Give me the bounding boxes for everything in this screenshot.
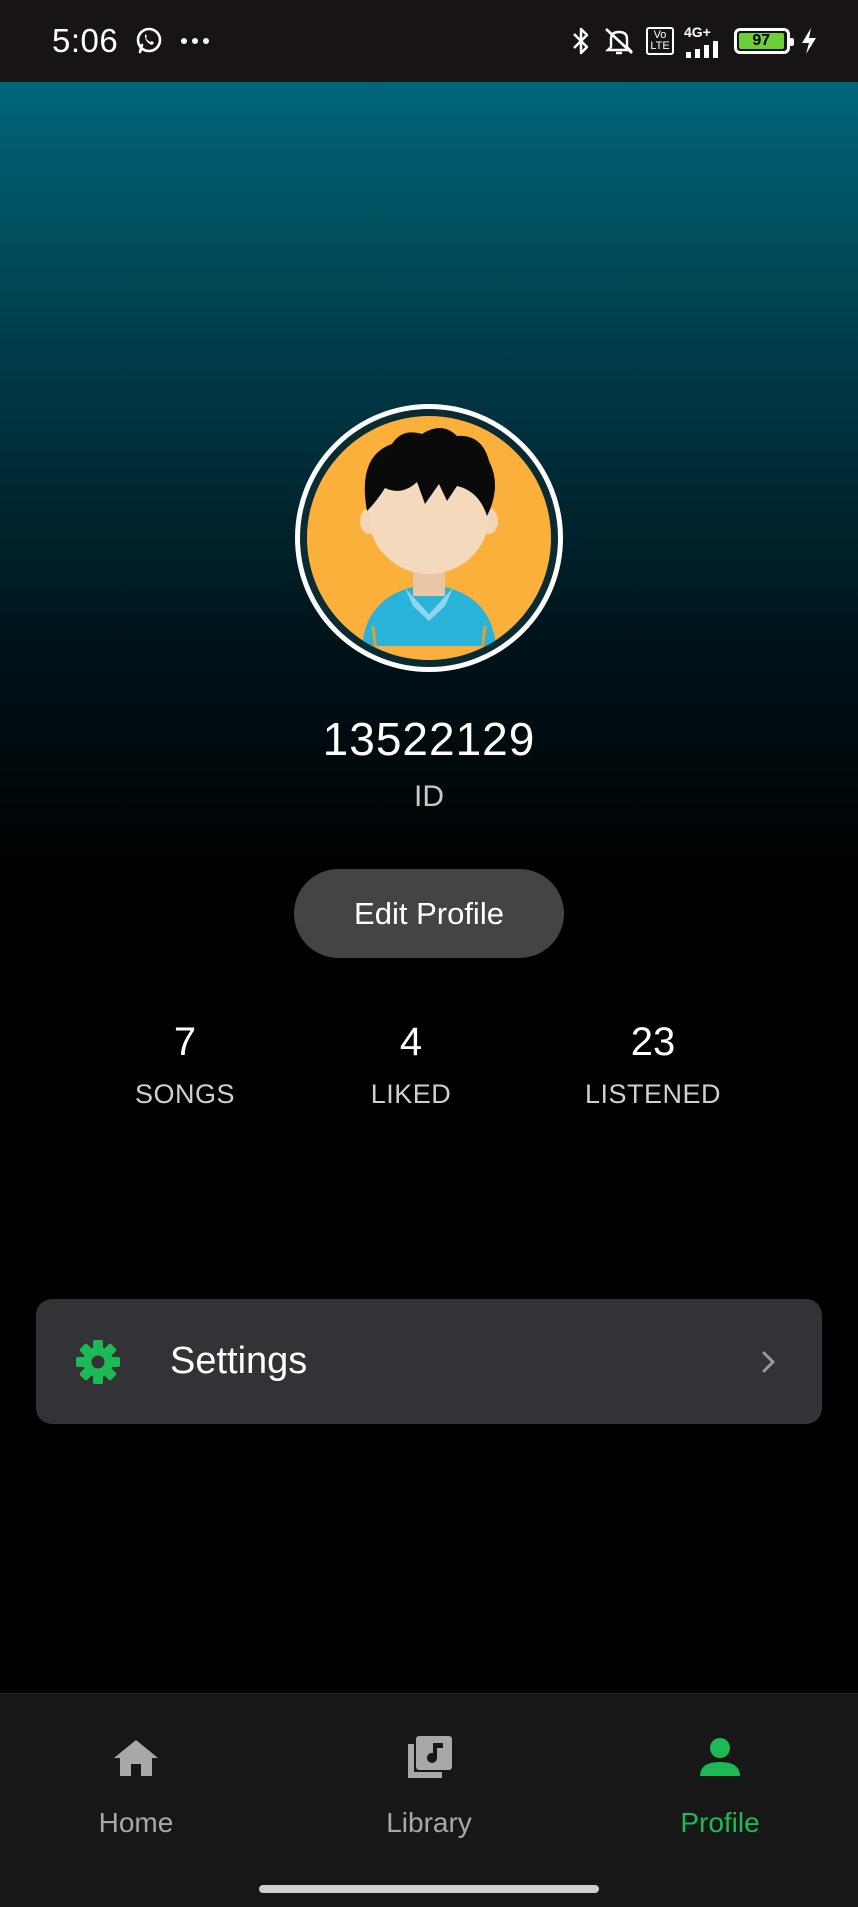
stat-label: SONGS	[134, 1079, 236, 1109]
nav-profile[interactable]: Profile	[620, 1732, 820, 1839]
status-bar: 5:06 Vo LTE 4G+ 97	[0, 0, 858, 82]
whatsapp-icon	[134, 26, 164, 56]
home-indicator[interactable]	[259, 1885, 599, 1893]
charging-icon	[800, 27, 818, 55]
more-dots-icon	[180, 36, 210, 46]
profile-icon	[694, 1732, 746, 1784]
stat-value: 7	[173, 1020, 197, 1064]
stat-liked: 4 LIKED	[311, 1020, 511, 1110]
signal-icon: 4G+	[684, 24, 724, 58]
stat-value: 23	[630, 1020, 676, 1064]
library-icon	[403, 1732, 455, 1784]
volte-badge: Vo LTE	[646, 27, 674, 55]
nav-label: Profile	[680, 1807, 760, 1838]
avatar[interactable]	[295, 404, 563, 672]
nav-home[interactable]: Home	[36, 1732, 236, 1839]
status-time: 5:06	[52, 22, 119, 59]
nav-library[interactable]: Library	[329, 1732, 529, 1839]
stat-label: LISTENED	[584, 1079, 722, 1109]
gear-icon	[74, 1338, 122, 1386]
nav-label: Home	[98, 1807, 174, 1838]
battery-level: 97	[739, 32, 784, 49]
user-id-label: ID	[414, 780, 444, 813]
edit-profile-button[interactable]: Edit Profile	[294, 869, 564, 958]
mute-icon	[602, 25, 636, 57]
avatar-image	[307, 416, 551, 660]
stat-songs: 7 SONGS	[85, 1020, 285, 1110]
network-type: 4G+	[684, 24, 711, 40]
settings-label: Settings	[170, 1340, 308, 1382]
stats-row: 7 SONGS 4 LIKED 23 LISTENED	[0, 1020, 858, 1140]
user-id: 13522129	[322, 713, 536, 765]
status-left: 5:06	[52, 22, 210, 60]
stat-value: 4	[399, 1020, 423, 1064]
battery-icon: 97	[734, 28, 794, 54]
bottom-nav: Home Library Profile	[0, 1693, 858, 1907]
settings-row[interactable]: Settings	[36, 1299, 822, 1424]
home-icon	[110, 1732, 162, 1784]
status-right: Vo LTE 4G+ 97	[570, 24, 818, 58]
bluetooth-icon	[570, 25, 592, 57]
chevron-right-icon	[754, 1348, 782, 1376]
stat-label: LIKED	[370, 1079, 452, 1109]
nav-label: Library	[386, 1807, 472, 1838]
stat-listened: 23 LISTENED	[553, 1020, 753, 1110]
